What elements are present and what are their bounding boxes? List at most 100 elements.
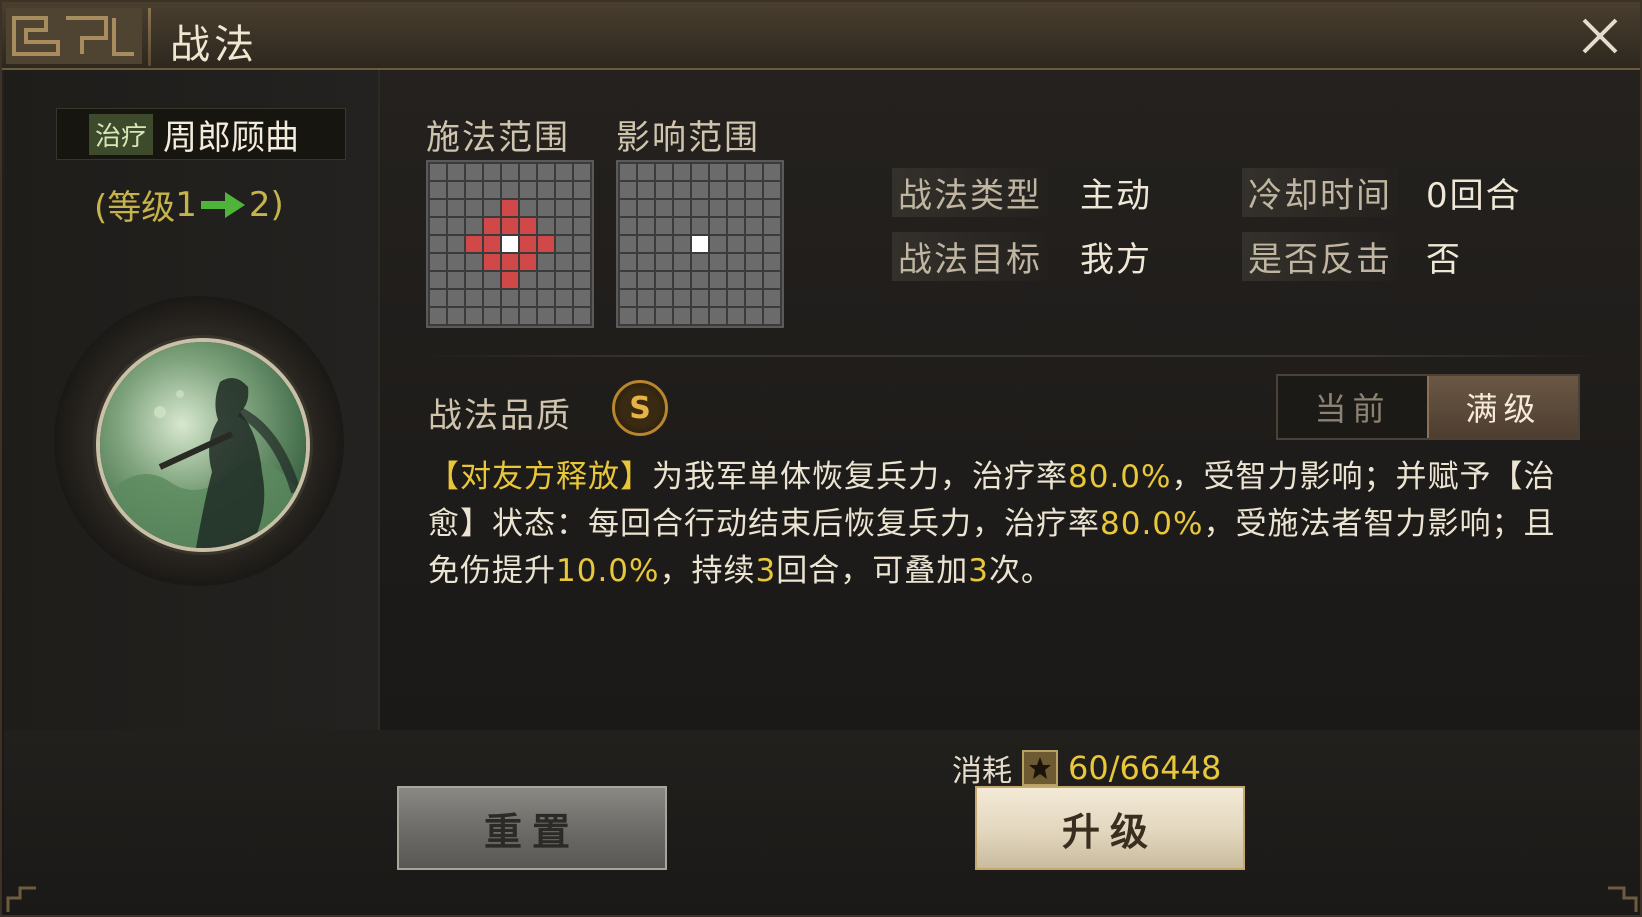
range-cell xyxy=(466,272,482,288)
range-cell xyxy=(484,254,500,270)
range-cell xyxy=(556,272,572,288)
range-cell xyxy=(574,272,590,288)
range-cell xyxy=(484,200,500,216)
range-cell xyxy=(430,164,446,180)
range-cell xyxy=(764,290,780,306)
range-cell xyxy=(502,164,518,180)
range-cell xyxy=(638,290,654,306)
level-to: 2 xyxy=(248,184,271,225)
range-cell xyxy=(556,254,572,270)
range-cell xyxy=(638,218,654,234)
range-cell xyxy=(448,272,464,288)
upgrade-button[interactable]: 升级 xyxy=(975,786,1245,870)
desc-value: 3 xyxy=(968,553,989,589)
skill-target-label: 战法目标 xyxy=(892,232,1048,281)
range-cell xyxy=(764,218,780,234)
range-cell xyxy=(692,290,708,306)
range-cell xyxy=(710,164,726,180)
range-cell xyxy=(710,236,726,252)
skill-portrait xyxy=(96,338,310,552)
range-cell xyxy=(466,200,482,216)
quality-label: 战法品质 xyxy=(428,396,572,436)
counterattack-label: 是否反击 xyxy=(1242,232,1398,281)
range-cell xyxy=(430,182,446,198)
range-cell xyxy=(538,182,554,198)
range-cell xyxy=(746,272,762,288)
level-suffix: ) xyxy=(270,184,284,225)
toggle-current[interactable]: 当前 xyxy=(1278,376,1427,438)
range-cell xyxy=(728,218,744,234)
range-cell xyxy=(692,164,708,180)
level-prefix: (等级 xyxy=(94,188,176,228)
range-cell xyxy=(574,254,590,270)
range-cell xyxy=(502,254,518,270)
range-cell xyxy=(692,200,708,216)
range-cell xyxy=(656,182,672,198)
title-bar: 战法 xyxy=(2,2,1640,70)
close-icon[interactable] xyxy=(1578,14,1622,58)
range-cell xyxy=(674,236,690,252)
range-cell xyxy=(728,200,744,216)
range-cell xyxy=(466,308,482,324)
range-cell xyxy=(728,272,744,288)
range-cell xyxy=(466,254,482,270)
range-cell xyxy=(538,272,554,288)
range-cell xyxy=(520,290,536,306)
range-cell xyxy=(556,290,572,306)
range-cell xyxy=(674,218,690,234)
range-cell xyxy=(656,308,672,324)
range-cell xyxy=(620,200,636,216)
range-cell xyxy=(574,308,590,324)
range-cell xyxy=(656,236,672,252)
range-cell xyxy=(538,290,554,306)
range-cell xyxy=(520,182,536,198)
cooldown-value: 0回合 xyxy=(1426,176,1522,216)
range-cell xyxy=(520,272,536,288)
title-divider xyxy=(148,8,151,66)
range-cell xyxy=(502,236,518,252)
range-cell xyxy=(710,290,726,306)
range-cell xyxy=(466,236,482,252)
range-cell xyxy=(502,308,518,324)
range-cell xyxy=(674,200,690,216)
desc-text: ，持续 xyxy=(659,553,756,589)
range-cell xyxy=(746,164,762,180)
range-cell xyxy=(520,308,536,324)
range-cell xyxy=(556,236,572,252)
range-cell xyxy=(520,236,536,252)
cooldown-label: 冷却时间 xyxy=(1242,168,1398,217)
toggle-max-level[interactable]: 满级 xyxy=(1427,376,1578,438)
range-cell xyxy=(746,182,762,198)
range-cell xyxy=(746,218,762,234)
desc-text: 回合，可叠加 xyxy=(776,553,969,589)
range-cell xyxy=(556,308,572,324)
arrow-right-icon xyxy=(200,191,245,218)
skill-window: 战法 治疗 周郎顾曲 (等级 1 2 ) 施法范围 影响范围 战法类型 主动 冷… xyxy=(0,0,1642,917)
counterattack-value: 否 xyxy=(1426,240,1462,280)
range-cell xyxy=(430,218,446,234)
reset-button[interactable]: 重置 xyxy=(397,786,667,870)
range-cell xyxy=(674,272,690,288)
range-cell xyxy=(656,218,672,234)
range-cell xyxy=(430,290,446,306)
range-cell xyxy=(538,164,554,180)
range-cell xyxy=(620,236,636,252)
range-cell xyxy=(574,200,590,216)
title-ornament-icon xyxy=(6,8,142,64)
range-cell xyxy=(466,218,482,234)
range-cell xyxy=(430,272,446,288)
range-cell xyxy=(674,308,690,324)
skill-description: 【对友方释放】为我军单体恢复兵力，治疗率80.0%，受智力影响；并赋予【治愈】状… xyxy=(428,454,1578,595)
range-cell xyxy=(502,200,518,216)
range-cell xyxy=(692,182,708,198)
range-cell xyxy=(466,290,482,306)
range-cell xyxy=(430,254,446,270)
range-cell xyxy=(638,272,654,288)
range-cell xyxy=(538,236,554,252)
range-cell xyxy=(466,164,482,180)
range-cell xyxy=(484,218,500,234)
range-cell xyxy=(728,236,744,252)
range-cell xyxy=(710,254,726,270)
range-cell xyxy=(638,200,654,216)
corner-ornament-icon xyxy=(1608,886,1638,912)
